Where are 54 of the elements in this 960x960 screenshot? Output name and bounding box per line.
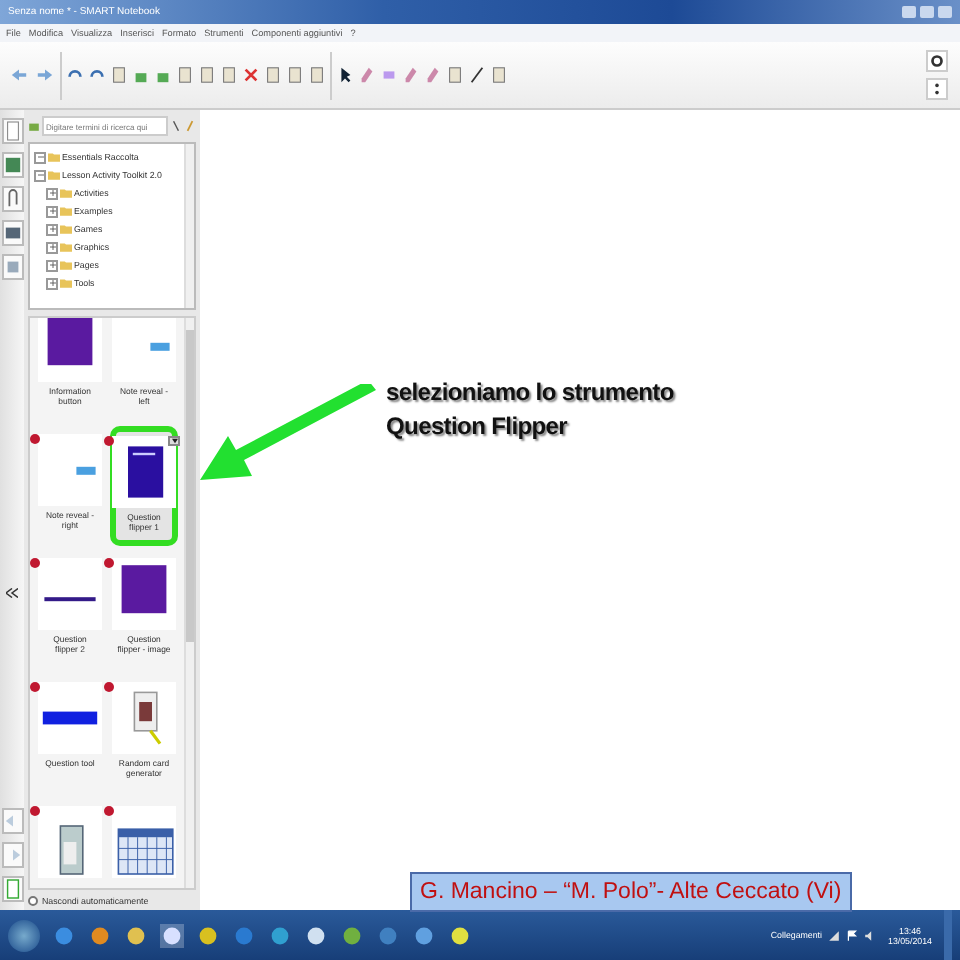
expand-icon[interactable] — [46, 259, 58, 271]
start-button[interactable] — [8, 919, 40, 951]
speaker-icon[interactable] — [864, 929, 877, 941]
pointer-icon[interactable] — [336, 66, 354, 84]
expand-icon[interactable] — [34, 151, 46, 163]
page-sorter-tab-icon[interactable] — [1, 118, 23, 144]
collapse-icon[interactable] — [6, 588, 18, 598]
signal-icon[interactable] — [828, 929, 841, 941]
taskbar-app-icon[interactable] — [448, 923, 472, 947]
expand-icon[interactable] — [46, 223, 58, 235]
settings-icon[interactable] — [926, 50, 948, 72]
properties-tab-icon[interactable] — [1, 220, 23, 246]
more-icon[interactable] — [926, 78, 948, 100]
bar-drawing — [42, 711, 98, 725]
document-icon[interactable] — [1, 876, 23, 902]
taskbar-app-icon[interactable] — [268, 923, 292, 947]
annotation-text: selezioniamo lo strumento Question Flipper — [386, 376, 674, 444]
dropdown-icon[interactable] — [168, 436, 180, 446]
expand-icon[interactable] — [46, 241, 58, 253]
taskbar-app-icon[interactable] — [88, 923, 112, 947]
autohide-checkbox[interactable] — [28, 896, 38, 906]
taskbar-app-icon[interactable] — [412, 923, 436, 947]
attachments-tab-icon[interactable] — [1, 186, 23, 212]
line-drawing — [44, 597, 96, 602]
expand-icon[interactable] — [46, 187, 58, 199]
expand-icon[interactable] — [46, 205, 58, 217]
line-icon[interactable] — [468, 66, 486, 84]
playing-card-drawing — [133, 691, 162, 745]
taskbar-app-icon[interactable] — [340, 923, 364, 947]
page-drawing — [47, 318, 93, 366]
note-tab-drawing — [150, 342, 170, 351]
expand-icon[interactable] — [34, 169, 46, 181]
page-drawing — [121, 565, 167, 614]
eraser-icon[interactable] — [380, 66, 398, 84]
flag-icon[interactable] — [846, 929, 859, 941]
gallery-icon — [28, 120, 40, 132]
delete-icon[interactable] — [242, 66, 260, 84]
scrollbar[interactable] — [184, 144, 194, 308]
note-tab-drawing — [76, 466, 96, 475]
scrollbar[interactable] — [184, 318, 194, 888]
calculator-drawing — [59, 825, 84, 875]
table-drawing — [117, 828, 174, 875]
tool-icon[interactable] — [490, 66, 508, 84]
back-arrow-icon[interactable] — [8, 66, 30, 84]
caption-banner: G. Mancino – “M. Polo”- Alte Ceccato (Vi) — [410, 872, 852, 912]
taskbar-app-icon[interactable] — [196, 923, 220, 947]
folder-icon[interactable] — [124, 923, 148, 947]
flip-card-drawing — [128, 446, 164, 498]
gallery-tab-icon[interactable] — [1, 152, 23, 178]
taskbar-app-icon[interactable] — [160, 923, 184, 947]
expand-icon[interactable] — [46, 277, 58, 289]
pen-icon[interactable] — [402, 66, 420, 84]
taskbar-app-icon[interactable] — [304, 923, 328, 947]
forward-arrow-icon[interactable] — [34, 66, 56, 84]
